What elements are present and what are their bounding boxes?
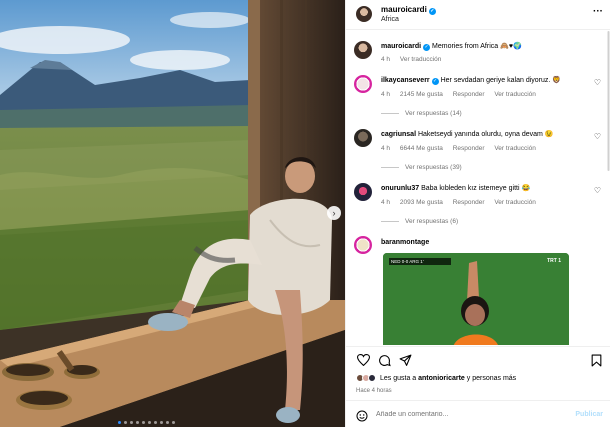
photo-scene xyxy=(0,0,345,427)
author-username[interactable]: mauroicardi xyxy=(381,5,427,14)
comment-text: ilkaycanseverr ✓ Her sevdadan geriye kala… xyxy=(381,76,586,86)
likes-user[interactable]: antonioricarte xyxy=(418,375,465,382)
caption-username[interactable]: mauroicardi xyxy=(381,43,421,50)
post-side-panel: mauroicardi ✓ Africa ··· mauroicardi ✓ Mem… xyxy=(345,0,610,427)
add-comment-bar: Publicar xyxy=(346,400,610,427)
verified-badge-icon: ✓ xyxy=(428,8,436,15)
carousel-dot xyxy=(172,421,175,424)
post-time-ago: Hace 4 horas xyxy=(356,388,392,394)
post-header: mauroicardi ✓ Africa ··· xyxy=(346,0,610,30)
liker-avatar xyxy=(368,374,376,382)
carousel-dot xyxy=(148,421,151,424)
caption-time: 4 h xyxy=(381,56,391,63)
view-replies-label[interactable]: Ver respuestas (14) xyxy=(405,110,462,117)
likes-suffix: y personas más xyxy=(464,374,517,382)
post-photo[interactable]: › xyxy=(0,0,345,427)
caption-avatar[interactable] xyxy=(354,41,372,59)
comment-translate-link[interactable]: Ver traducción xyxy=(494,91,536,98)
comment-body: Her sevdadan geriye kalan diyoruz. 🦁 xyxy=(440,77,561,84)
comment-icon[interactable] xyxy=(377,353,391,367)
likes-summary[interactable]: Les gusta a antonioricarte y personas má… xyxy=(356,374,516,382)
verified-badge-icon: ✓ xyxy=(423,44,431,51)
replies-line xyxy=(381,221,399,222)
replies-line xyxy=(381,167,399,168)
comment-avatar[interactable] xyxy=(354,236,372,254)
caption-body: Memories from Africa 🙈♥🌍 xyxy=(432,43,522,50)
comment-video-clip[interactable]: NED 0-0 ARG 1' TRT 1 xyxy=(383,253,569,345)
comment-translate-link[interactable]: Ver traducción xyxy=(494,199,536,206)
carousel-dot xyxy=(154,421,157,424)
comment-avatar[interactable] xyxy=(354,75,372,93)
carousel-dot xyxy=(130,421,133,424)
comments-list[interactable]: mauroicardi ✓ Memories from Africa 🙈♥🌍 4 … xyxy=(346,31,610,345)
view-replies-label[interactable]: Ver respuestas (39) xyxy=(405,164,462,171)
likes-text: Les gusta a antonioricarte y personas má… xyxy=(380,375,516,382)
clip-scoreboard: NED 0-0 ARG 1' xyxy=(389,258,451,265)
comment-username[interactable]: cagriunsal xyxy=(381,131,416,138)
comment-item: cagriunsal Haketseydi yanında olurdu, oy… xyxy=(346,128,610,178)
comment-username[interactable]: onurunlu37 xyxy=(381,185,419,192)
likes-prefix: Les gusta a xyxy=(380,374,419,382)
view-replies-button[interactable]: Ver respuestas (14) xyxy=(381,110,462,117)
comment-avatar[interactable] xyxy=(354,183,372,201)
author-username-row[interactable]: mauroicardi ✓ xyxy=(381,5,436,15)
comment-like-heart-icon[interactable]: ♡ xyxy=(594,132,601,141)
comment-time: 4 h xyxy=(381,145,391,152)
caption-meta: 4 h Ver traducción xyxy=(381,56,449,63)
comment-time: 4 h xyxy=(381,199,391,206)
verified-badge-icon: ✓ xyxy=(431,78,439,85)
publish-button[interactable]: Publicar xyxy=(575,411,603,418)
add-comment-input[interactable] xyxy=(376,407,566,422)
comment-meta: 4 h 2145 Me gusta Responder Ver traducci… xyxy=(381,91,544,98)
comment-text: baranmontage xyxy=(381,238,586,248)
post-location[interactable]: Africa xyxy=(381,16,399,23)
comment-reply-button[interactable]: Responder xyxy=(453,145,485,152)
view-replies-label[interactable]: Ver respuestas (6) xyxy=(405,218,458,225)
comment-likes[interactable]: 2145 Me gusta xyxy=(400,91,443,98)
bookmark-icon[interactable] xyxy=(589,353,603,367)
carousel-dots xyxy=(118,421,175,424)
comment-translate-link[interactable]: Ver traducción xyxy=(494,145,536,152)
clip-channel-logo: TRT 1 xyxy=(547,258,561,264)
comment-item: ilkaycanseverr ✓ Her sevdadan geriye kala… xyxy=(346,74,610,124)
comment-body: Baba kıbleden kız istemeye gitti 😂 xyxy=(421,185,531,192)
comment-username[interactable]: ilkaycanseverr xyxy=(381,77,430,84)
author-avatar[interactable] xyxy=(356,6,372,22)
replies-line xyxy=(381,113,399,114)
carousel-dot xyxy=(136,421,139,424)
carousel-next-button[interactable]: › xyxy=(327,206,341,220)
caption-item: mauroicardi ✓ Memories from Africa 🙈♥🌍 4 … xyxy=(346,40,610,70)
comment-time: 4 h xyxy=(381,91,391,98)
comment-reply-button[interactable]: Responder xyxy=(453,91,485,98)
comment-reply-button[interactable]: Responder xyxy=(453,199,485,206)
more-options-icon[interactable]: ··· xyxy=(593,6,603,17)
carousel-dot xyxy=(124,421,127,424)
view-replies-button[interactable]: Ver respuestas (39) xyxy=(381,164,462,171)
carousel-dot xyxy=(118,421,121,424)
emoji-icon[interactable] xyxy=(356,409,368,422)
comment-text: cagriunsal Haketseydi yanında olurdu, oy… xyxy=(381,130,586,140)
clip-scene xyxy=(383,253,569,345)
comment-item: onurunlu37 Baba kıbleden kız istemeye gi… xyxy=(346,182,610,232)
chevron-right-icon: › xyxy=(332,208,336,218)
view-replies-button[interactable]: Ver respuestas (6) xyxy=(381,218,458,225)
comment-body: Haketseydi yanında olurdu, oyna devam 😉 xyxy=(417,131,554,138)
caption-text: mauroicardi ✓ Memories from Africa 🙈♥🌍 xyxy=(381,42,586,52)
carousel-dot xyxy=(142,421,145,424)
comment-likes[interactable]: 2093 Me gusta xyxy=(400,199,443,206)
comment-avatar[interactable] xyxy=(354,129,372,147)
comment-text: onurunlu37 Baba kıbleden kız istemeye gi… xyxy=(381,184,586,194)
carousel-dot xyxy=(160,421,163,424)
share-icon[interactable] xyxy=(398,353,412,367)
comment-meta: 4 h 2093 Me gusta Responder Ver traducci… xyxy=(381,199,544,206)
comment-meta: 4 h 6644 Me gusta Responder Ver traducci… xyxy=(381,145,544,152)
heart-icon[interactable] xyxy=(356,353,370,367)
carousel-dot xyxy=(166,421,169,424)
comment-likes[interactable]: 6644 Me gusta xyxy=(400,145,443,152)
comment-like-heart-icon[interactable]: ♡ xyxy=(594,186,601,195)
comment-username[interactable]: baranmontage xyxy=(381,239,429,246)
post-actions-bar xyxy=(346,346,610,372)
comment-like-heart-icon[interactable]: ♡ xyxy=(594,78,601,87)
caption-translate-link[interactable]: Ver traducción xyxy=(400,56,442,63)
